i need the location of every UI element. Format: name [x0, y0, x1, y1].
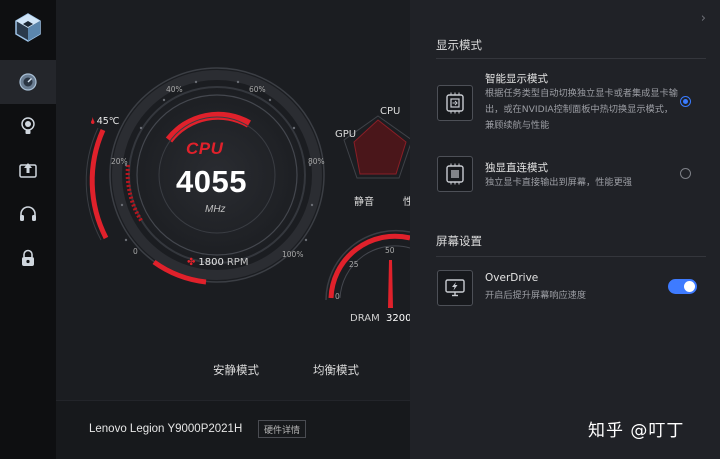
overdrive-description: 开启后提升屏幕响应速度: [485, 290, 587, 301]
dram-value: 3200: [386, 313, 410, 324]
bulb-icon: [21, 117, 35, 134]
divider: [436, 256, 706, 257]
watermark: 知乎 @叮丁: [588, 421, 685, 441]
smart-display-radio[interactable]: [680, 96, 691, 107]
device-name: Lenovo Legion Y9000P2021H: [89, 423, 243, 435]
sidebar-item-audio[interactable]: [0, 192, 56, 236]
overdrive-toggle[interactable]: [668, 279, 697, 294]
display-mode-section-title: 显示模式: [436, 38, 482, 52]
fan-icon: ✤: [187, 257, 196, 268]
temp-arc: [89, 128, 109, 240]
smart-display-chip-icon: [437, 85, 473, 121]
radar-value: [353, 119, 407, 175]
fan-speed-readout: ✤ 1800 RPM: [187, 257, 248, 268]
overdrive-title: OverDrive: [485, 272, 539, 284]
temperature-readout: 🌢45℃: [90, 116, 119, 127]
flame-icon: 🌢: [90, 116, 96, 127]
dashboard-main: 🌢45℃ 40% 60% 20% 80% 0 100% CPU 4055 MHz…: [56, 0, 410, 459]
dram-tick: 0: [335, 292, 340, 301]
tick-label: 100%: [282, 250, 304, 259]
smart-display-title: 智能显示模式: [485, 73, 548, 85]
dram-label: DRAM: [350, 313, 380, 324]
radar-label-performance: 性: [403, 197, 410, 208]
mode-quiet[interactable]: 安静模式: [213, 362, 259, 378]
fan-speed-value: 1800: [198, 257, 224, 268]
sidebar-item-update[interactable]: [0, 148, 56, 192]
display-settings-panel: › 显示模式 智能显示模式 根据任务类型自动切换独立显卡或者集成显卡输出，或在N…: [410, 0, 720, 459]
radar-label-gpu: GPU: [335, 129, 357, 140]
sidebar-item-security[interactable]: [0, 236, 56, 280]
gpu-chip-icon: [437, 156, 473, 192]
lock-icon: [22, 249, 34, 266]
sidebar-item-lighting[interactable]: [0, 104, 56, 148]
fan-speed-unit: RPM: [226, 257, 249, 268]
cpu-frequency-value: 4055: [176, 164, 247, 199]
radar-label-cpu: CPU: [380, 106, 401, 117]
tick-label: 40%: [166, 85, 183, 94]
chevron-right-icon[interactable]: ›: [701, 11, 706, 26]
cpu-frequency-unit: MHz: [205, 204, 226, 215]
dram-tick: 25: [349, 260, 359, 269]
sidebar-item-dashboard[interactable]: [0, 60, 56, 104]
upload-icon: [19, 163, 37, 178]
tick-label: 80%: [308, 157, 325, 166]
smart-display-description: 根据任务类型自动切换独立显卡或者集成显卡输出，或在NVIDIA控制面板中热切换显…: [485, 88, 678, 131]
monitor-bolt-icon: [437, 270, 473, 306]
dedicated-gpu-title: 独显直连模式: [485, 162, 548, 174]
tick-label: 60%: [249, 85, 266, 94]
cpu-title: CPU: [186, 139, 224, 158]
hardware-details-button[interactable]: 硬件详情: [258, 420, 306, 438]
screen-settings-section-title: 屏幕设置: [436, 234, 482, 248]
mode-balanced[interactable]: 均衡模式: [313, 362, 359, 378]
dedicated-gpu-radio[interactable]: [680, 168, 691, 179]
tick-label: 20%: [111, 157, 128, 166]
cube-logo-icon: [15, 13, 41, 42]
divider: [436, 58, 706, 59]
sidebar: [0, 0, 56, 459]
gauge-icon: [19, 73, 37, 91]
headset-icon: [20, 206, 36, 221]
dram-tick: 50: [385, 246, 395, 255]
temperature-value: 45℃: [96, 116, 120, 127]
radar-label-quiet: 静音: [354, 197, 374, 208]
dram-needle: [388, 260, 393, 308]
tick-label: 0: [133, 247, 138, 256]
dedicated-gpu-description: 独立显卡直接输出到屏幕，性能更强: [485, 177, 632, 188]
